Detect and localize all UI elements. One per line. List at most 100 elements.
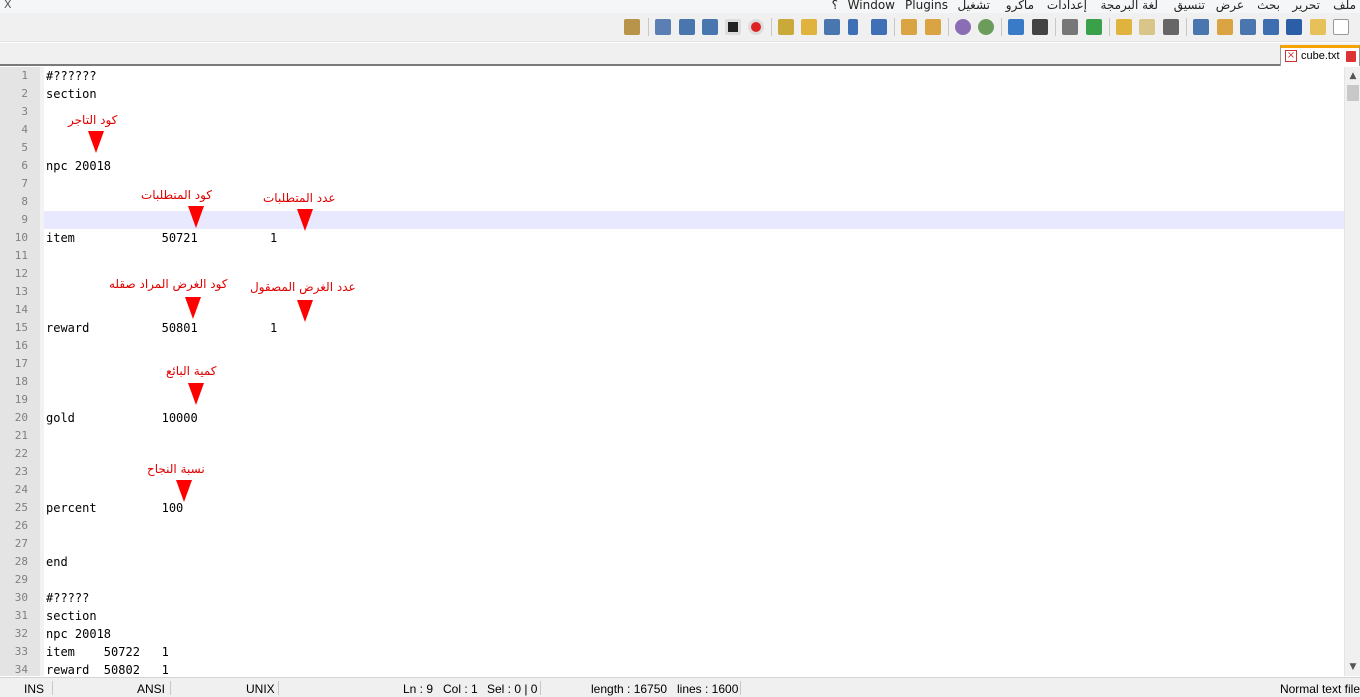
status-encoding: ANSI bbox=[137, 682, 166, 696]
show-all-chars-icon[interactable] bbox=[871, 19, 887, 35]
save-icon[interactable] bbox=[1286, 19, 1302, 35]
start-recording-icon[interactable] bbox=[748, 19, 764, 35]
folder-as-workspace-icon[interactable] bbox=[778, 19, 794, 35]
status-separator bbox=[278, 681, 279, 695]
line-number: 21 bbox=[14, 429, 28, 442]
zoom-in-icon[interactable] bbox=[978, 19, 994, 35]
menu-settings[interactable]: إعدادات bbox=[1047, 0, 1087, 12]
line-number: 2 bbox=[21, 87, 28, 100]
line-number: 30 bbox=[14, 591, 28, 604]
line-number: 33 bbox=[14, 645, 28, 658]
indent-guide-icon[interactable] bbox=[848, 19, 858, 35]
code-line: item 50721 1 bbox=[46, 231, 278, 245]
status-separator bbox=[740, 681, 741, 695]
find-icon[interactable] bbox=[1032, 19, 1048, 35]
line-number: 25 bbox=[14, 501, 28, 514]
scrollbar-thumb[interactable] bbox=[1347, 85, 1359, 101]
copy-icon[interactable] bbox=[1139, 19, 1155, 35]
code-line: section bbox=[46, 609, 97, 623]
open-file-icon[interactable] bbox=[1310, 19, 1326, 35]
unsaved-disk-icon bbox=[1346, 51, 1356, 62]
line-number: 26 bbox=[14, 519, 28, 532]
vertical-scrollbar[interactable]: ▲ ▼ bbox=[1344, 67, 1360, 676]
line-number: 9 bbox=[21, 213, 28, 226]
tab-close-icon[interactable]: × bbox=[1285, 50, 1297, 62]
line-number: 34 bbox=[14, 663, 28, 676]
status-line: Ln : 9 bbox=[403, 682, 434, 696]
close-icon[interactable] bbox=[1240, 19, 1256, 35]
line-number: 14 bbox=[14, 303, 28, 316]
menu-help[interactable]: ؟ bbox=[832, 0, 838, 12]
menu-search[interactable]: بحث bbox=[1257, 0, 1280, 12]
paste-icon[interactable] bbox=[1116, 19, 1132, 35]
line-number: 13 bbox=[14, 285, 28, 298]
annotation-arrow-icon bbox=[297, 209, 313, 231]
replace-icon[interactable] bbox=[1008, 19, 1024, 35]
line-number: 27 bbox=[14, 537, 28, 550]
menu-bar: X ملف تحرير بحث عرض تنسيق لغة البرمجة إع… bbox=[0, 0, 1360, 13]
close-document-button[interactable]: X bbox=[4, 0, 12, 11]
cut-icon[interactable] bbox=[1163, 19, 1179, 35]
function-list-icon[interactable] bbox=[801, 19, 817, 35]
line-number: 16 bbox=[14, 339, 28, 352]
line-number: 28 bbox=[14, 555, 28, 568]
line-number: 4 bbox=[21, 123, 28, 136]
zoom-out-icon[interactable] bbox=[955, 19, 971, 35]
launch-browser-icon[interactable] bbox=[624, 19, 640, 35]
status-length: length : 16750 bbox=[591, 682, 668, 696]
text-editor[interactable]: 1 2 3 4 5 6 7 8 9 10 11 12 13 14 15 16 1… bbox=[0, 67, 1344, 676]
code-line: reward 50801 1 bbox=[46, 321, 278, 335]
menu-language[interactable]: لغة البرمجة bbox=[1100, 0, 1158, 12]
scroll-down-icon[interactable]: ▼ bbox=[1346, 660, 1360, 674]
line-number: 23 bbox=[14, 465, 28, 478]
line-number: 8 bbox=[21, 195, 28, 208]
menu-file[interactable]: ملف bbox=[1333, 0, 1356, 12]
line-number: 32 bbox=[14, 627, 28, 640]
menu-macro[interactable]: ماكرو bbox=[1006, 0, 1034, 12]
menu-edit[interactable]: تحرير bbox=[1292, 0, 1320, 12]
menu-view[interactable]: عرض bbox=[1216, 0, 1244, 12]
status-separator bbox=[170, 681, 171, 695]
tab-label: cube.txt bbox=[1301, 50, 1340, 62]
status-file-type: Normal text file bbox=[1279, 682, 1360, 696]
menu-format[interactable]: تنسيق bbox=[1174, 0, 1205, 12]
new-file-icon[interactable] bbox=[1333, 19, 1349, 35]
menu-window[interactable]: Window bbox=[848, 0, 895, 12]
redo-icon[interactable] bbox=[1062, 19, 1078, 35]
print-icon[interactable] bbox=[1193, 19, 1209, 35]
save-all-icon[interactable] bbox=[1263, 19, 1279, 35]
toolbar-separator bbox=[894, 18, 895, 36]
status-lines: lines : 1600 bbox=[677, 682, 739, 696]
word-wrap-icon[interactable] bbox=[901, 19, 917, 35]
annotation-npc-code: كود التاجر bbox=[68, 113, 118, 127]
status-selection: Sel : 0 | 0 bbox=[487, 682, 538, 696]
line-number: 19 bbox=[14, 393, 28, 406]
line-number: 31 bbox=[14, 609, 28, 622]
line-number: 17 bbox=[14, 357, 28, 370]
status-bar: INS ANSI UNIX Ln : 9 Col : 1 Sel : 0 | 0… bbox=[0, 677, 1360, 697]
status-separator bbox=[52, 681, 53, 695]
toolbar-separator bbox=[948, 18, 949, 36]
line-number: 20 bbox=[14, 411, 28, 424]
close-all-icon[interactable] bbox=[1217, 19, 1233, 35]
playback-icon[interactable] bbox=[702, 19, 718, 35]
undo-icon[interactable] bbox=[1086, 19, 1102, 35]
code-line: npc 20018 bbox=[46, 159, 112, 173]
annotation-arrow-icon bbox=[188, 206, 204, 228]
menu-plugins[interactable]: Plugins bbox=[905, 0, 948, 12]
status-insert-mode: INS bbox=[24, 682, 45, 696]
scroll-up-icon[interactable]: ▲ bbox=[1346, 69, 1360, 83]
save-macro-icon[interactable] bbox=[655, 19, 671, 35]
tab-cube-txt[interactable]: × cube.txt bbox=[1280, 45, 1360, 66]
code-line: percent 100 bbox=[46, 501, 184, 515]
sync-horizontal-icon[interactable] bbox=[925, 19, 941, 35]
run-multiple-icon[interactable] bbox=[679, 19, 695, 35]
notepad-plus-plus-window: X ملف تحرير بحث عرض تنسيق لغة البرمجة إع… bbox=[0, 0, 1360, 697]
menu-run[interactable]: تشغيل bbox=[957, 0, 990, 12]
status-separator bbox=[540, 681, 541, 695]
code-line: gold 10000 bbox=[46, 411, 198, 425]
current-line-highlight bbox=[44, 211, 1344, 229]
stop-recording-icon[interactable] bbox=[725, 19, 741, 35]
doc-map-icon[interactable] bbox=[824, 19, 840, 35]
code-line: npc 20018 bbox=[46, 627, 112, 641]
